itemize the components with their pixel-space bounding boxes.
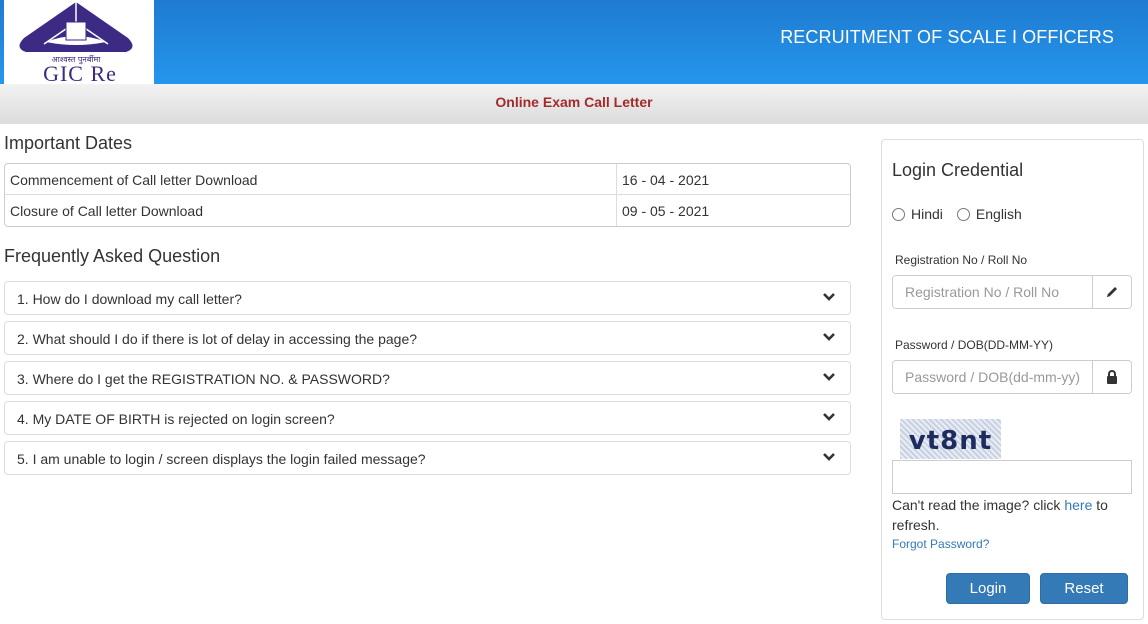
pencil-icon <box>1092 276 1131 308</box>
faq-item[interactable]: 2. What should I do if there is lot of d… <box>4 321 851 355</box>
faq-question: 1. How do I download my call letter? <box>17 291 242 307</box>
logo-text: GIC Re <box>43 61 117 84</box>
forgot-password-link[interactable]: Forgot Password? <box>892 537 989 551</box>
refresh-prefix: Can't read the image? click <box>892 497 1065 513</box>
important-dates-heading: Important Dates <box>4 133 133 153</box>
captcha-text: vt8nt <box>908 426 993 456</box>
language-english[interactable]: English <box>956 206 1022 222</box>
lock-icon <box>1092 361 1131 393</box>
faq-question: 3. Where do I get the REGISTRATION NO. &… <box>17 371 390 387</box>
faq-item[interactable]: 4. My DATE OF BIRTH is rejected on login… <box>4 401 851 435</box>
table-row: Commencement of Call letter Download 16 … <box>5 164 850 195</box>
sub-header: Online Exam Call Letter <box>0 84 1148 124</box>
faq-question: 4. My DATE OF BIRTH is rejected on login… <box>17 411 335 427</box>
important-dates-table: Commencement of Call letter Download 16 … <box>4 163 851 227</box>
faq-list: 1. How do I download my call letter? 2. … <box>4 281 851 481</box>
hindi-radio[interactable] <box>892 207 905 221</box>
subheader-title: Online Exam Call Letter <box>495 94 653 110</box>
table-row: Closure of Call letter Download 09 - 05 … <box>5 195 850 226</box>
faq-item[interactable]: 3. Where do I get the REGISTRATION NO. &… <box>4 361 851 395</box>
password-input-group <box>892 360 1132 394</box>
registration-input-group <box>892 275 1132 309</box>
language-hindi[interactable]: Hindi <box>892 206 943 222</box>
hindi-label: Hindi <box>911 206 943 222</box>
chevron-down-icon[interactable] <box>822 330 836 344</box>
password-input[interactable] <box>893 361 1092 393</box>
reset-button[interactable]: Reset <box>1040 573 1128 604</box>
faq-question: 5. I am unable to login / screen display… <box>17 451 426 467</box>
login-title: Login Credential <box>892 160 1024 180</box>
date-label: Commencement of Call letter Download <box>5 164 617 194</box>
date-value: 09 - 05 - 2021 <box>622 203 710 219</box>
login-panel: Login Credential Hindi English Registrat… <box>881 139 1144 620</box>
date-value: 16 - 04 - 2021 <box>622 172 710 188</box>
language-selector: Hindi English <box>892 206 1036 222</box>
chevron-down-icon[interactable] <box>822 290 836 304</box>
registration-input[interactable] <box>893 276 1092 308</box>
captcha-refresh-text: Can't read the image? click here to refr… <box>892 495 1132 535</box>
captcha-image: vt8nt <box>900 419 1001 459</box>
date-label: Closure of Call letter Download <box>5 195 617 226</box>
captcha-input[interactable] <box>892 460 1132 494</box>
faq-heading: Frequently Asked Question <box>4 246 221 266</box>
password-label: Password / DOB(DD-MM-YY) <box>895 338 1054 352</box>
captcha-refresh-link[interactable]: here <box>1064 497 1092 513</box>
page-title: RECRUITMENT OF SCALE I OFFICERS <box>780 27 1114 47</box>
faq-item[interactable]: 5. I am unable to login / screen display… <box>4 441 851 475</box>
faq-question: 2. What should I do if there is lot of d… <box>17 331 418 347</box>
english-label: English <box>975 206 1022 222</box>
gic-re-logo: आश्वस्त पुनर्बीमा GIC Re <box>4 0 154 84</box>
english-radio[interactable] <box>956 207 970 221</box>
chevron-down-icon[interactable] <box>822 410 836 424</box>
registration-label: Registration No / Roll No <box>895 253 1028 267</box>
login-button[interactable]: Login <box>946 573 1030 604</box>
faq-item[interactable]: 1. How do I download my call letter? <box>4 281 851 315</box>
chevron-down-icon[interactable] <box>822 370 836 384</box>
header: आश्वस्त पुनर्बीमा GIC Re RECRUITMENT OF … <box>0 0 1148 84</box>
chevron-down-icon[interactable] <box>822 450 836 464</box>
